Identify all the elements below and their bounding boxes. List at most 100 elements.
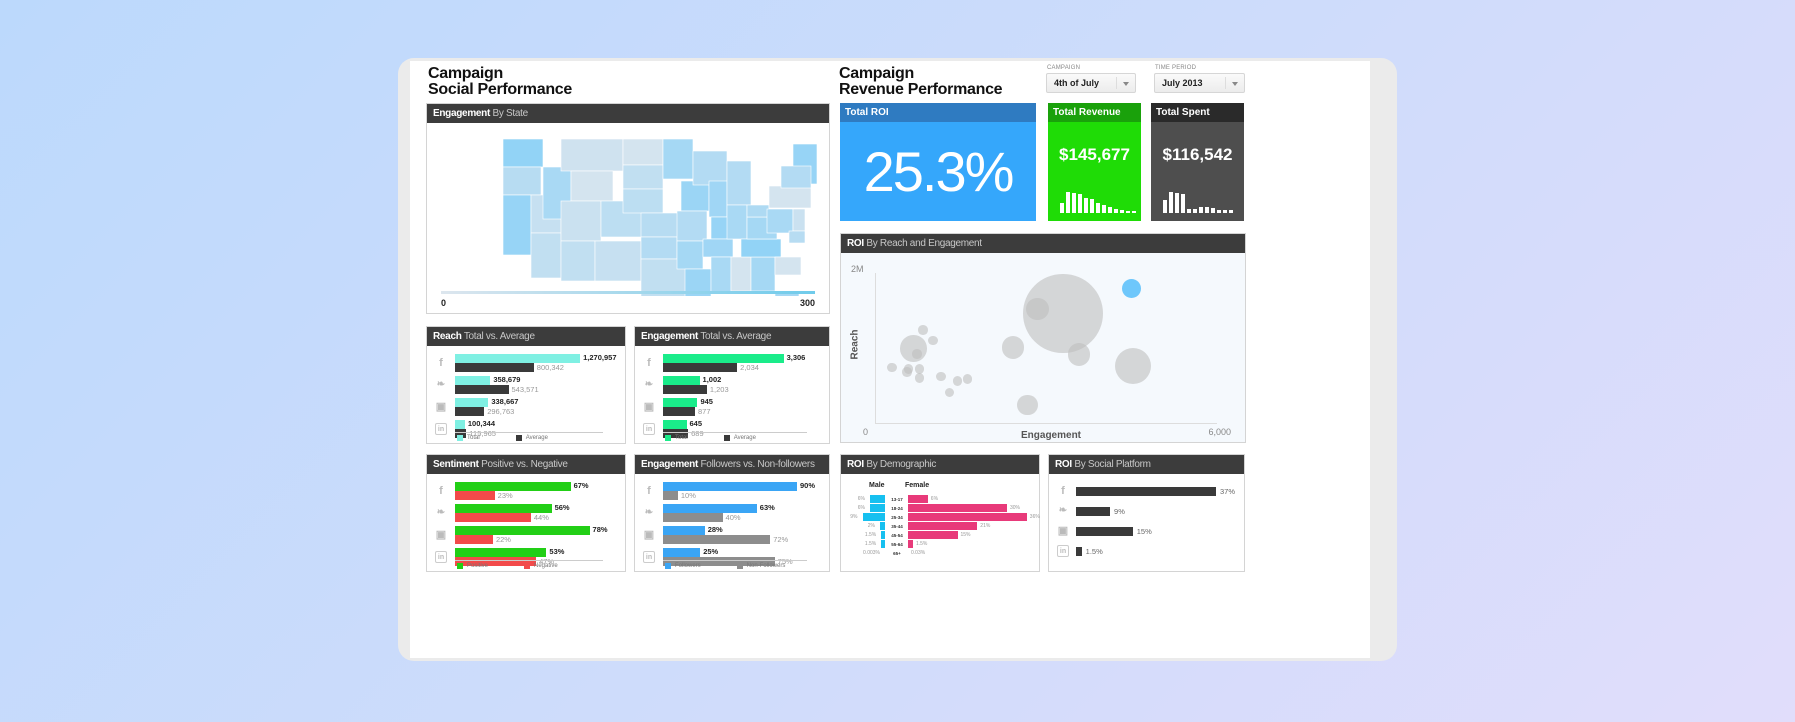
total-spent-tile: Total Spent $116,542 — [1151, 103, 1244, 221]
state-region[interactable] — [662, 138, 694, 180]
legend-swatch — [524, 563, 531, 569]
state-region[interactable] — [788, 230, 806, 244]
state-region[interactable] — [530, 232, 562, 279]
state-region[interactable] — [740, 238, 782, 258]
male-label: Male — [869, 482, 885, 489]
twitter-icon: ❧ — [644, 507, 654, 518]
state-region[interactable] — [502, 138, 544, 168]
bar-value-label: 800,342 — [536, 363, 564, 372]
state-region[interactable] — [768, 185, 812, 209]
time-period-select[interactable]: July 2013 — [1154, 73, 1245, 93]
male-value-label: 1.5% — [864, 541, 877, 547]
state-region[interactable] — [730, 256, 752, 292]
panel-title: ROI — [847, 238, 864, 249]
state-region[interactable] — [622, 138, 664, 166]
age-group-label: 18-24 — [891, 505, 903, 511]
state-region[interactable] — [766, 208, 794, 234]
roi-value: 25.3% — [863, 140, 1015, 203]
state-region[interactable] — [750, 256, 776, 292]
bar-value-label: 10% — [680, 491, 696, 500]
state-region[interactable] — [570, 170, 614, 202]
male-bar — [870, 495, 885, 503]
legend-swatch — [457, 435, 463, 441]
state-region[interactable] — [560, 138, 624, 172]
state-region[interactable] — [502, 194, 532, 256]
spark-bar — [1211, 208, 1215, 213]
panel-header: Engagement By State — [427, 104, 829, 123]
bar-value-label: 78% — [592, 525, 608, 534]
state-region[interactable] — [726, 160, 752, 206]
linkedin-icon: in — [643, 423, 655, 435]
bubble — [887, 362, 897, 373]
chevron-down-icon — [1123, 82, 1129, 86]
state-region[interactable] — [692, 150, 728, 186]
bubble — [1026, 297, 1049, 321]
bar-value-label: 100,344 — [467, 419, 495, 428]
state-region[interactable] — [792, 208, 806, 232]
state-region[interactable] — [560, 200, 602, 242]
female-value-label: 36% — [1029, 514, 1040, 520]
state-region[interactable] — [746, 204, 770, 218]
state-region[interactable] — [640, 212, 682, 238]
spark-bar — [1132, 211, 1136, 213]
bar-value-label: 56% — [554, 503, 570, 512]
campaign-value: 4th of July — [1054, 78, 1100, 88]
panel-header: Engagement Total vs. Average — [635, 327, 829, 346]
bar-value-label: 1,270,957 — [583, 353, 617, 362]
spark-bar — [1072, 193, 1076, 213]
linkedin-icon: in — [435, 551, 447, 563]
twitter-icon: ❧ — [436, 379, 446, 390]
female-value-label: 6% — [930, 496, 939, 502]
bar-value-label: 2,034 — [740, 363, 759, 372]
male-value-label: 6% — [857, 496, 865, 502]
male-bar — [870, 504, 885, 512]
spark-bar — [1102, 205, 1106, 213]
time-period-value: July 2013 — [1162, 78, 1203, 88]
title-line-1: Campaign — [839, 65, 914, 82]
scatter-plot: 2M 0 6,000 Engagement Reach — [841, 253, 1245, 442]
followers-bar — [663, 548, 701, 557]
female-value-label: 15% — [960, 532, 971, 538]
positive-bar — [455, 504, 552, 513]
dashboard-page: Campaign Social Performance Campaign Rev… — [410, 61, 1370, 658]
state-region[interactable] — [560, 240, 596, 282]
highlighted-bubble — [1122, 278, 1141, 298]
twitter-icon: ❧ — [644, 379, 654, 390]
campaign-select[interactable]: 4th of July — [1046, 73, 1136, 93]
legend-label: Total — [675, 435, 688, 441]
state-region[interactable] — [774, 256, 802, 276]
female-bar — [908, 540, 913, 548]
tile-header: Total Spent — [1151, 103, 1244, 122]
legend-swatch — [665, 435, 671, 441]
bar-value-label: 40% — [725, 513, 741, 522]
bar-value-label: 358,679 — [493, 375, 521, 384]
y-axis-label: Reach — [849, 329, 861, 360]
panel-header: ROI By Social Platform — [1049, 455, 1244, 474]
state-region[interactable] — [502, 166, 542, 196]
tile-header: Total Revenue — [1048, 103, 1141, 122]
state-region[interactable] — [702, 238, 734, 258]
linkedin-icon: in — [435, 423, 447, 435]
total-revenue-tile: Total Revenue $145,677 — [1048, 103, 1141, 221]
bar-value-label: 90% — [800, 481, 816, 490]
spark-bar — [1126, 211, 1130, 213]
legend-label: Followers — [675, 563, 701, 569]
bar-value-label: 1,203 — [709, 385, 729, 394]
state-region[interactable] — [708, 180, 728, 218]
state-region[interactable] — [594, 240, 642, 282]
state-region[interactable] — [622, 188, 664, 214]
youtube-icon: ▣ — [643, 401, 655, 413]
state-region[interactable] — [622, 164, 664, 190]
negative-bar — [455, 491, 495, 500]
bar-value-label: 28% — [707, 525, 723, 534]
male-value-label: 6% — [857, 505, 865, 511]
campaign-label: CAMPAIGN — [1047, 65, 1081, 71]
state-region[interactable] — [680, 180, 710, 212]
state-region[interactable] — [676, 240, 704, 270]
state-region[interactable] — [676, 210, 708, 242]
age-group-label: 35-44 — [891, 523, 903, 529]
state-region[interactable] — [640, 236, 678, 260]
state-region[interactable] — [780, 165, 812, 189]
state-region[interactable] — [726, 204, 748, 240]
state-region[interactable] — [710, 256, 732, 294]
